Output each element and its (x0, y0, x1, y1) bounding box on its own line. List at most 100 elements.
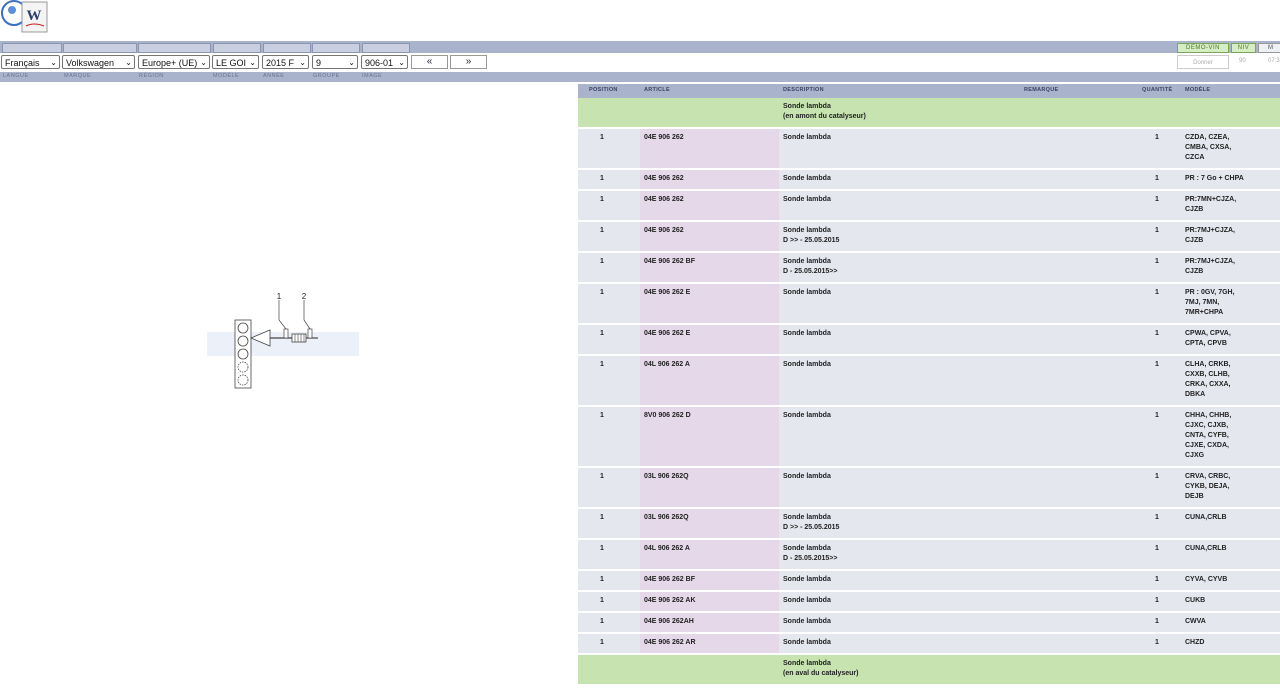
annee-select[interactable]: 2015 F ⌄ (262, 55, 309, 69)
langue-value: Français (5, 58, 40, 68)
group-header-row[interactable]: Sonde lambda (en aval du catalyseur) (578, 655, 1280, 686)
article-cell[interactable]: 04E 906 262 (644, 195, 684, 205)
article-cell[interactable]: 03L 906 262Q (644, 472, 689, 482)
table-row[interactable]: 1 03L 906 262Q Sonde lambda D >> - 25.05.2… (578, 509, 1280, 540)
article-cell[interactable]: 04E 906 262AH (644, 617, 694, 627)
article-cell[interactable]: 04E 906 262 (644, 226, 684, 236)
description-cell: Sonde lambda (783, 196, 831, 203)
langue-select[interactable]: Français ⌄ (1, 55, 60, 69)
description-cell: Sonde lambda (783, 412, 831, 419)
article-cell[interactable]: 03L 906 262Q (644, 513, 689, 523)
description-cell: Sonde lambda (783, 361, 831, 368)
quantity-cell: 1 (1155, 330, 1159, 337)
table-row[interactable]: 1 8V0 906 262 D Sonde lambda 1 CHHA, CHHB, C… (578, 407, 1280, 468)
position-cell: 1 (600, 545, 604, 552)
app-logo[interactable]: W (0, 0, 50, 38)
region-select[interactable]: Europe+ (UE) ⌄ (138, 55, 210, 69)
quantity-cell: 1 (1155, 545, 1159, 552)
quantity-cell: 1 (1155, 473, 1159, 480)
menu-tab-1[interactable] (2, 43, 62, 53)
table-row[interactable]: 1 04E 906 262AH Sonde lambda 1 CWVA (578, 613, 1280, 634)
menu-tab-6[interactable] (312, 43, 360, 53)
description-cell: Sonde lambda (783, 473, 831, 480)
menu-tab-2[interactable] (63, 43, 137, 53)
article-cell[interactable]: 04L 906 262 A (644, 544, 690, 554)
menu-tab-7[interactable] (362, 43, 410, 53)
position-cell: 1 (600, 134, 604, 141)
quantity-cell: 1 (1155, 361, 1159, 368)
modele-select[interactable]: LE GOI ⌄ (212, 55, 259, 69)
groupe-value: 9 (316, 58, 322, 68)
menu-tab-5[interactable] (263, 43, 311, 53)
demo-vin-button[interactable]: DEMO-VIN (1177, 43, 1229, 53)
article-cell[interactable]: 04E 906 262 AR (644, 638, 696, 648)
table-row[interactable]: 1 04E 906 262 BF Sonde lambda D - 25.05.20… (578, 253, 1280, 284)
label-region: RÉGION (139, 73, 164, 79)
article-cell[interactable]: 04E 906 262 BF (644, 257, 695, 267)
parts-diagram[interactable]: 1 2 (200, 280, 380, 400)
table-row[interactable]: 1 04L 906 262 A Sonde lambda D - 25.05.201… (578, 540, 1280, 571)
top-menu-bar: DEMO-VIN NIV M (0, 41, 1280, 53)
model-cell: CHZD (1185, 639, 1205, 646)
donner-button[interactable]: Donner (1177, 55, 1229, 69)
header-modele: MODÈLE (1185, 87, 1211, 93)
image-value: 906-01 (365, 58, 394, 68)
model-cell: CUNA,CRLB (1185, 545, 1227, 552)
label-langue: LANGUE (3, 73, 29, 79)
article-cell[interactable]: 04E 906 262 (644, 174, 684, 184)
position-cell: 1 (600, 361, 604, 368)
article-cell[interactable]: 04E 906 262 E (644, 329, 690, 339)
marque-value: Volkswagen (66, 58, 115, 68)
article-cell[interactable]: 8V0 906 262 D (644, 411, 691, 421)
table-row[interactable]: 1 04E 906 262 Sonde lambda 1 CZDA, CZEA, CMB… (578, 129, 1280, 170)
description-cell: Sonde lambda (783, 330, 831, 337)
image-select[interactable]: 906-01 ⌄ (361, 55, 408, 69)
table-row[interactable]: 1 04L 906 262 A Sonde lambda 1 CLHA, CRKB, C… (578, 356, 1280, 407)
previous-button[interactable]: « (411, 55, 448, 69)
callout-1[interactable]: 1 (277, 292, 282, 301)
table-row[interactable]: 1 04E 906 262 BF Sonde lambda 1 CYVA, CYVB (578, 571, 1280, 592)
table-row[interactable]: 1 04E 906 262 E Sonde lambda 1 PR : 0GV, 7GH… (578, 284, 1280, 325)
table-row[interactable]: 1 04E 906 262 AR Sonde lambda 1 CHZD (578, 634, 1280, 655)
table-row[interactable]: 1 04E 906 262 Sonde lambda 1 PR:7MN+CJZA, CJ… (578, 191, 1280, 222)
description-cell: Sonde lambda (783, 597, 831, 604)
menu-tab-3[interactable] (138, 43, 211, 53)
next-button[interactable]: » (450, 55, 487, 69)
menu-tab-4[interactable] (213, 43, 261, 53)
position-cell: 1 (600, 514, 604, 521)
description-cell: Sonde lambda (en amont du catalyseur) (783, 103, 866, 120)
article-cell[interactable]: 04E 906 262 E (644, 288, 690, 298)
description-cell: Sonde lambda (783, 175, 831, 182)
table-row[interactable]: 1 04E 906 262 Sonde lambda D >> - 25.05.20… (578, 222, 1280, 253)
table-row[interactable]: 1 03L 906 262Q Sonde lambda 1 CRVA, CRBC, CY… (578, 468, 1280, 509)
callout-2[interactable]: 2 (302, 292, 307, 301)
marque-select[interactable]: Volkswagen ⌄ (62, 55, 135, 69)
table-row[interactable]: 1 04E 906 262 AK Sonde lambda 1 CUKB (578, 592, 1280, 613)
label-marque: MARQUE (64, 73, 92, 79)
quantity-cell: 1 (1155, 618, 1159, 625)
model-cell: CZDA, CZEA, CMBA, CXSA, CZCA (1185, 134, 1232, 161)
description-cell: Sonde lambda D >> - 25.05.2015 (783, 514, 840, 531)
time-value: 07:3 (1268, 58, 1280, 64)
groupe-select[interactable]: 9 ⌄ (312, 55, 358, 69)
article-cell[interactable]: 04E 906 262 BF (644, 575, 695, 585)
label-groupe: GROUPE (313, 73, 340, 79)
chevron-down-icon: ⌄ (125, 58, 132, 67)
m-button[interactable]: M (1258, 43, 1280, 53)
table-row[interactable]: 1 04E 906 262 Sonde lambda 1 PR : 7 Go + CHP… (578, 170, 1280, 191)
position-cell: 1 (600, 175, 604, 182)
model-cell: CUNA,CRLB (1185, 514, 1227, 521)
model-cell: CUKB (1185, 597, 1206, 604)
group-header-row[interactable]: Sonde lambda (en amont du catalyseur) (578, 98, 1280, 129)
article-cell[interactable]: 04E 906 262 (644, 133, 684, 143)
article-cell[interactable]: 04L 906 262 A (644, 360, 690, 370)
table-row[interactable]: 1 04E 906 262 E Sonde lambda 1 CPWA, CPVA, C… (578, 325, 1280, 356)
article-cell[interactable]: 04E 906 262 AK (644, 596, 696, 606)
description-cell: Sonde lambda D - 25.05.2015>> (783, 258, 838, 275)
niv-button[interactable]: NIV (1231, 43, 1256, 53)
model-cell: CHHA, CHHB, CJXC, CJXB, CNTA, CYFB, CJXE… (1185, 412, 1232, 459)
selector-labels: LANGUE MARQUE RÉGION MODÈLE ANNÉE GROUPE… (0, 72, 1280, 82)
label-annee: ANNÉE (263, 73, 285, 79)
chevron-down-icon: ⌄ (398, 58, 405, 67)
quantity-cell: 1 (1155, 196, 1159, 203)
